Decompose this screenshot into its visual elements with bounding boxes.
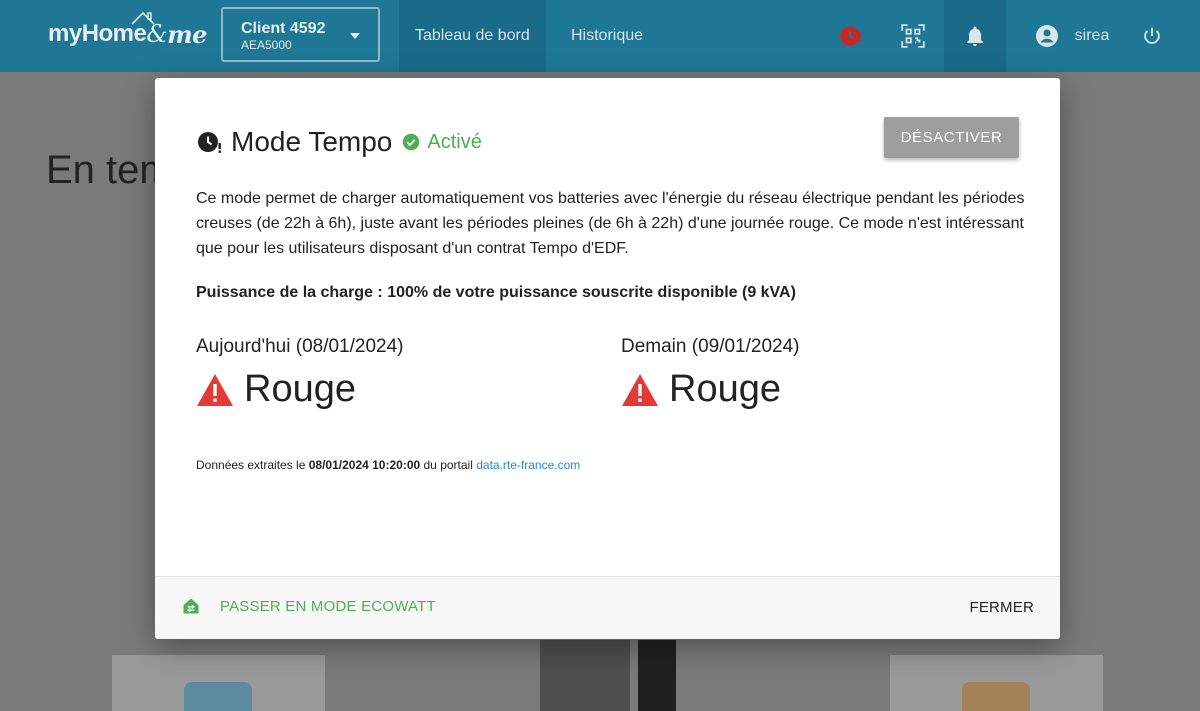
power-icon bbox=[1144, 27, 1160, 44]
tempo-mode-dialog: Mode Tempo Activé DÉSACTIVER Ce mode per… bbox=[155, 78, 1060, 639]
card-icon bbox=[184, 682, 252, 711]
source-prefix: Données extraites le bbox=[196, 458, 309, 472]
logout-button[interactable] bbox=[1139, 0, 1165, 72]
app-logo[interactable]: my Home & me bbox=[48, 11, 207, 54]
deactivate-button[interactable]: DÉSACTIVER bbox=[884, 117, 1019, 158]
card-image bbox=[638, 640, 676, 711]
close-button[interactable]: FERMER bbox=[969, 599, 1034, 616]
tomorrow-value: Rouge bbox=[621, 368, 800, 411]
switch-ecowatt-label: PASSER EN MODE ECOWATT bbox=[220, 597, 436, 615]
bell-icon bbox=[967, 26, 983, 46]
qr-code-icon bbox=[901, 24, 925, 48]
card-icon bbox=[962, 682, 1030, 711]
dialog-footer: PASSER EN MODE ECOWATT FERMER bbox=[155, 576, 1060, 639]
warning-icon bbox=[197, 373, 233, 406]
logo-text-me: me bbox=[167, 19, 207, 49]
charge-power-text: Puissance de la charge : 100% de votre p… bbox=[196, 284, 796, 301]
client-select[interactable]: Client 4592 AEA5000 bbox=[221, 7, 380, 62]
today-label: Aujourd'hui (08/01/2024) bbox=[196, 336, 404, 357]
nav-dashboard[interactable]: Tableau de bord bbox=[399, 0, 546, 72]
account-circle-icon bbox=[1035, 25, 1058, 47]
dialog-header: Mode Tempo Activé bbox=[197, 124, 482, 160]
source-middle: du portail bbox=[420, 458, 477, 472]
client-id: AEA5000 bbox=[241, 38, 292, 52]
check-circle-icon bbox=[403, 133, 420, 151]
tomorrow-color: Rouge bbox=[669, 368, 781, 410]
source-link[interactable]: data.rte-france.com bbox=[476, 458, 580, 472]
card-image bbox=[540, 640, 630, 711]
today-forecast: Aujourd'hui (08/01/2024) Rouge bbox=[196, 336, 404, 411]
caret-down-icon bbox=[350, 33, 360, 39]
user-name: sirea bbox=[1074, 27, 1110, 44]
dialog-title: Mode Tempo bbox=[231, 126, 393, 157]
clock-alert-icon bbox=[840, 26, 861, 46]
source-datetime: 08/01/2024 10:20:00 bbox=[308, 458, 421, 472]
clock-alert-button[interactable] bbox=[836, 0, 866, 72]
today-value: Rouge bbox=[196, 368, 404, 411]
house-swap-icon bbox=[183, 598, 199, 614]
notifications-button[interactable] bbox=[944, 0, 1006, 72]
tomorrow-label: Demain (09/01/2024) bbox=[621, 336, 800, 357]
status-label: Activé bbox=[427, 130, 482, 153]
status-badge: Activé bbox=[402, 130, 482, 154]
nav-history[interactable]: Historique bbox=[555, 0, 659, 72]
tomorrow-forecast: Demain (09/01/2024) Rouge bbox=[621, 336, 800, 411]
data-source-note: Données extraites le 08/01/2024 10:20:00… bbox=[196, 458, 580, 472]
logo-house-icon bbox=[131, 11, 155, 25]
user-menu[interactable]: sirea bbox=[1022, 0, 1122, 72]
warning-icon bbox=[622, 373, 658, 406]
mode-description: Ce mode permet de charger automatiquemen… bbox=[196, 190, 1025, 257]
qr-code-button[interactable] bbox=[898, 0, 928, 72]
logo-text-my: my bbox=[48, 20, 82, 47]
top-app-bar: my Home & me Client 4592 AEA5000 Tableau de… bbox=[0, 0, 1200, 72]
today-color: Rouge bbox=[244, 368, 356, 410]
switch-ecowatt-button[interactable]: PASSER EN MODE ECOWATT bbox=[181, 596, 436, 616]
clock-alert-icon bbox=[198, 132, 221, 153]
